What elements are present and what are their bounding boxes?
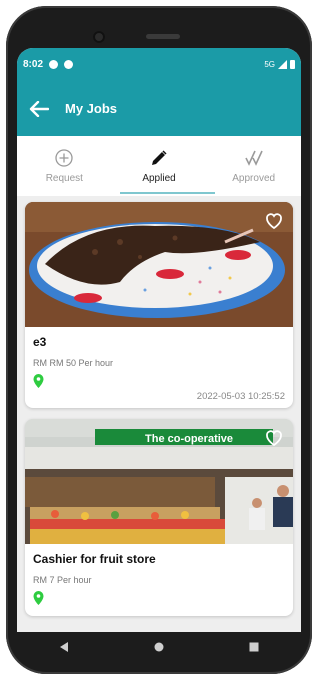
double-check-icon bbox=[244, 150, 263, 166]
location-pin-icon bbox=[33, 591, 44, 605]
status-time: 8:02 bbox=[23, 59, 44, 70]
tab-request[interactable]: Request bbox=[17, 136, 112, 196]
system-nav-bar bbox=[17, 632, 301, 662]
status-right: 5G bbox=[264, 60, 295, 69]
job-rate: RM 7 Per hour bbox=[33, 575, 92, 585]
screen: 8:02 5G My Jobs Request Applied Approved bbox=[17, 48, 301, 632]
app-bar: My Jobs bbox=[17, 81, 301, 136]
job-card-body: Cashier for fruit store RM 7 Per hour bbox=[25, 544, 293, 616]
job-card-body: e3 RM RM 50 Per hour 2022-05-03 10:25:52 bbox=[25, 327, 293, 408]
heart-icon[interactable] bbox=[264, 428, 284, 448]
job-card[interactable]: The co-operative Cashier for fruit store… bbox=[25, 419, 293, 616]
tab-bar: Request Applied Approved bbox=[17, 136, 301, 196]
job-title: e3 bbox=[33, 335, 47, 349]
job-date: 2022-05-03 10:25:52 bbox=[196, 391, 285, 402]
app-notification-icon bbox=[64, 60, 74, 69]
signal-icon bbox=[278, 60, 287, 69]
tab-approved[interactable]: Approved bbox=[206, 136, 301, 196]
tab-applied[interactable]: Applied bbox=[112, 136, 207, 196]
earpiece-speaker bbox=[146, 34, 180, 39]
nav-back-icon[interactable] bbox=[58, 641, 70, 653]
store-sign: The co-operative bbox=[145, 433, 233, 445]
tab-approved-label: Approved bbox=[232, 173, 276, 184]
page-title: My Jobs bbox=[65, 101, 118, 116]
job-title: Cashier for fruit store bbox=[33, 552, 156, 566]
active-tab-indicator bbox=[120, 192, 215, 194]
job-card[interactable]: e3 RM RM 50 Per hour 2022-05-03 10:25:52 bbox=[25, 202, 293, 408]
nav-recents-icon[interactable] bbox=[248, 641, 260, 653]
pencil-icon bbox=[152, 150, 167, 165]
fruit-store-photo: The co-operative bbox=[25, 419, 293, 544]
job-list: e3 RM RM 50 Per hour 2022-05-03 10:25:52… bbox=[17, 196, 301, 616]
back-arrow-icon[interactable] bbox=[27, 97, 51, 121]
tab-request-label: Request bbox=[45, 173, 83, 184]
battery-icon bbox=[290, 60, 295, 69]
status-bar: 8:02 5G bbox=[17, 48, 301, 81]
network-label: 5G bbox=[264, 60, 275, 69]
front-camera bbox=[93, 31, 105, 43]
tab-applied-label: Applied bbox=[142, 173, 176, 184]
nav-home-icon[interactable] bbox=[153, 641, 165, 653]
heart-icon[interactable] bbox=[264, 211, 284, 231]
job-rate: RM RM 50 Per hour bbox=[33, 358, 114, 368]
plus-circle-icon bbox=[55, 149, 73, 167]
location-pin-icon bbox=[33, 374, 44, 388]
notification-icon bbox=[49, 60, 59, 69]
cake-photo bbox=[25, 202, 293, 327]
